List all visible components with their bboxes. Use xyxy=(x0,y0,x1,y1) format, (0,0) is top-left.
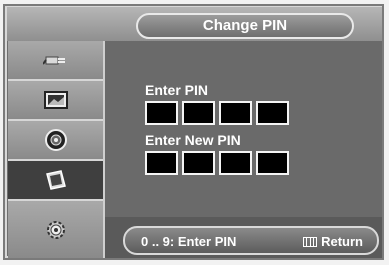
pin-digit-box[interactable] xyxy=(256,101,289,125)
help-pill: 0 .. 9: Enter PIN Return xyxy=(123,226,379,255)
sound-icon xyxy=(43,128,69,152)
sidebar-item-picture[interactable] xyxy=(8,81,103,121)
sidebar-item-setup[interactable] xyxy=(8,201,103,258)
pin-digit-box[interactable] xyxy=(182,101,215,125)
channel-icon xyxy=(43,168,69,192)
enter-new-pin-label: Enter New PIN xyxy=(145,132,241,148)
page-title: Change PIN xyxy=(136,13,354,39)
new-pin-digit-box[interactable] xyxy=(182,151,215,175)
change-pin-panel: Enter PIN Enter New PIN xyxy=(105,41,382,217)
enter-pin-field[interactable] xyxy=(145,101,289,125)
return-hint[interactable]: Return xyxy=(303,234,363,249)
menu-sidebar xyxy=(8,41,105,258)
sidebar-item-input[interactable] xyxy=(8,41,103,81)
menu-icon xyxy=(303,236,318,247)
new-pin-digit-box[interactable] xyxy=(256,151,289,175)
setup-gear-icon xyxy=(43,217,69,243)
digits-hint: 0 .. 9: Enter PIN xyxy=(141,234,237,249)
new-pin-field[interactable] xyxy=(145,151,289,175)
plug-icon xyxy=(42,49,69,71)
new-pin-digit-box[interactable] xyxy=(219,151,252,175)
pin-digit-box[interactable] xyxy=(145,101,178,125)
return-label: Return xyxy=(321,234,363,249)
pin-digit-box[interactable] xyxy=(219,101,252,125)
enter-pin-label: Enter PIN xyxy=(145,82,209,98)
sidebar-item-channel[interactable] xyxy=(8,161,103,201)
new-pin-digit-box[interactable] xyxy=(145,151,178,175)
sidebar-item-sound[interactable] xyxy=(8,121,103,161)
picture-icon xyxy=(43,89,69,111)
